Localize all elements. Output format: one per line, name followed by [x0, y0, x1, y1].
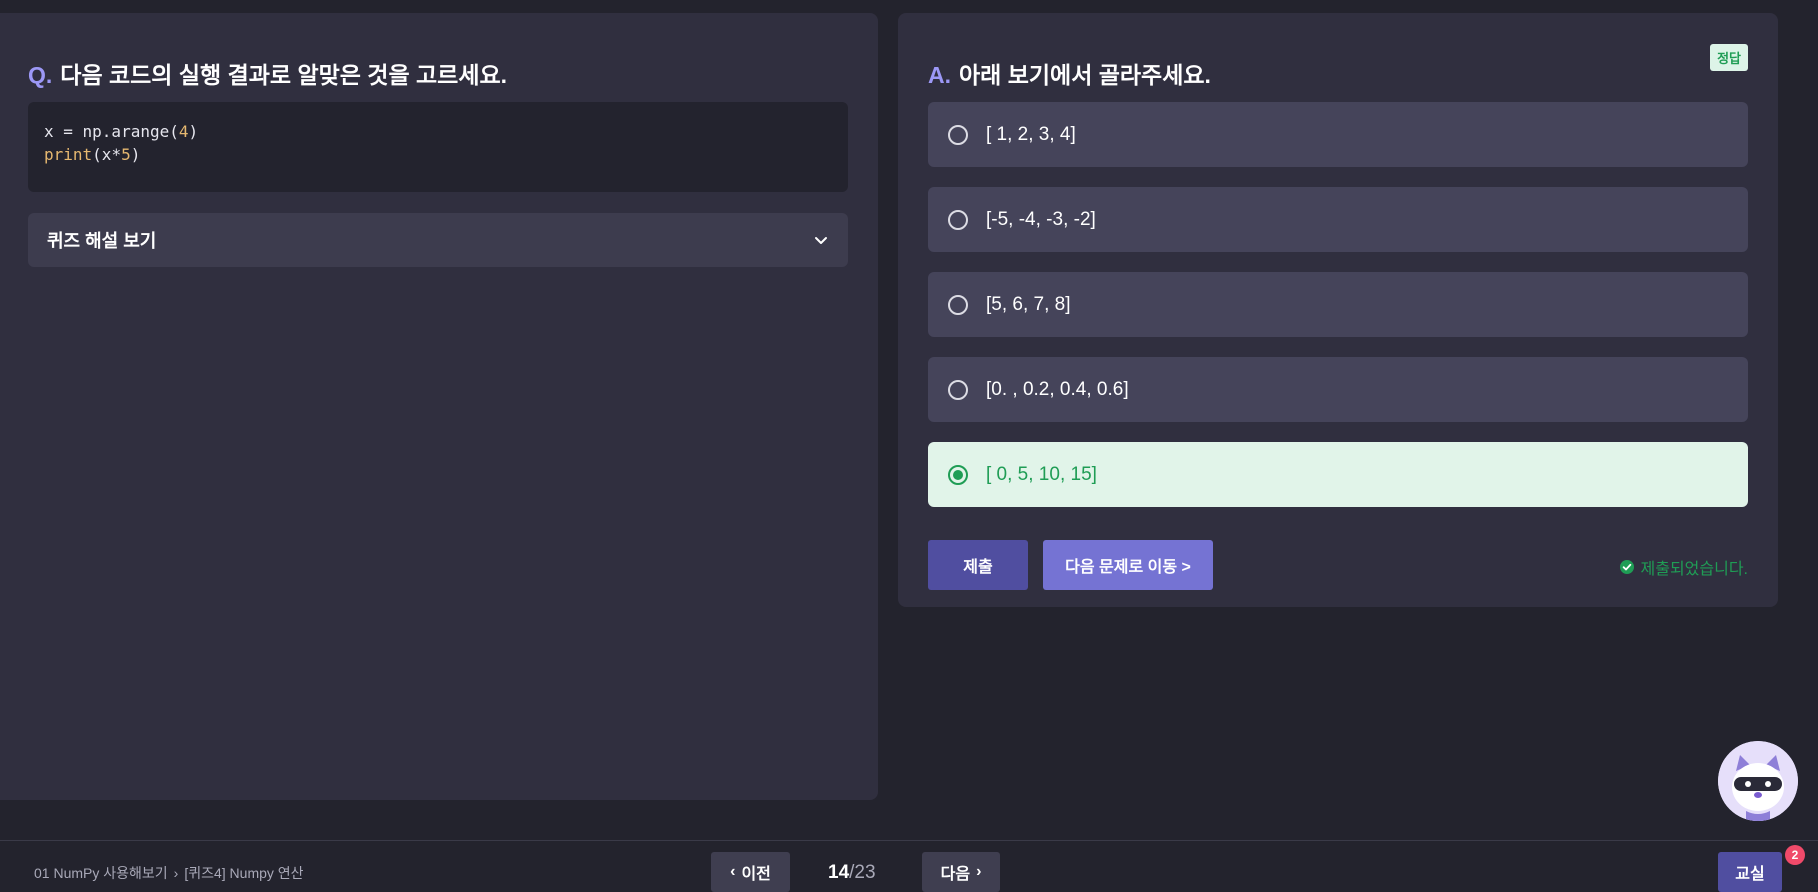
chevron-down-icon: [813, 232, 829, 248]
submitted-text: 제출되었습니다.: [1640, 561, 1749, 578]
radio-button[interactable]: [948, 124, 968, 145]
code-token: x = np.arange(: [44, 122, 179, 141]
code-block: x = np.arange(4) print(x*5): [28, 102, 848, 192]
breadcrumb: 01 NumPy 사용해보기 › [퀴즈4] Numpy 연산: [34, 863, 304, 883]
answer-option-1[interactable]: [ 1, 2, 3, 4]: [928, 102, 1748, 167]
code-line-2: print(x*5): [44, 143, 832, 166]
option-label: [ 1, 2, 3, 4]: [986, 123, 1076, 145]
answer-option-2[interactable]: [-5, -4, -3, -2]: [928, 187, 1748, 252]
radio-button[interactable]: [948, 464, 968, 485]
code-token: ): [188, 122, 199, 141]
classroom-button[interactable]: 교실: [1718, 852, 1782, 892]
previous-button[interactable]: ‹ 이전: [711, 852, 790, 892]
page-total: 23: [854, 862, 876, 883]
answer-option-3[interactable]: [5, 6, 7, 8]: [928, 272, 1748, 337]
previous-label: 이전: [741, 866, 771, 883]
answer-actions: 제출 다음 문제로 이동 > 제출되었습니다.: [928, 540, 1748, 590]
page-current: 14: [828, 862, 850, 883]
chevron-right-icon: ›: [173, 865, 179, 881]
mascot-icon: [1718, 741, 1798, 821]
quiz-explanation-label: 퀴즈 해설 보기: [47, 231, 157, 251]
radio-button[interactable]: [948, 294, 968, 315]
answer-option-4[interactable]: [0. , 0.2, 0.4, 0.6]: [928, 357, 1748, 422]
option-label: [0. , 0.2, 0.4, 0.6]: [986, 378, 1129, 400]
code-number: 4: [178, 122, 189, 141]
next-label: 다음: [940, 866, 971, 883]
check-circle-icon: [1619, 559, 1635, 575]
code-token: ): [130, 145, 141, 164]
answer-option-5[interactable]: [ 0, 5, 10, 15]: [928, 442, 1748, 507]
answer-options: [ 1, 2, 3, 4] [-5, -4, -3, -2] [5, 6, 7,…: [928, 102, 1748, 527]
chatbot-mascot-button[interactable]: [1718, 741, 1798, 821]
code-function: print: [44, 145, 93, 164]
question-text: 다음 코드의 실행 결과로 알맞은 것을 고르세요.: [60, 62, 508, 88]
notification-badge: 2: [1785, 845, 1805, 865]
code-number: 5: [121, 145, 131, 164]
chevron-left-icon: ‹: [730, 863, 736, 880]
question-panel: Q. 다음 코드의 실행 결과로 알맞은 것을 고르세요. x = np.aran…: [0, 13, 878, 800]
answer-text: 아래 보기에서 골라주세요.: [959, 62, 1211, 88]
submitted-status: 제출되었습니다.: [1619, 555, 1749, 579]
option-label: [-5, -4, -3, -2]: [986, 208, 1096, 230]
answer-title: A. 아래 보기에서 골라주세요.: [928, 56, 1211, 90]
quiz-explanation-toggle[interactable]: 퀴즈 해설 보기: [28, 213, 848, 267]
question-title: Q. 다음 코드의 실행 결과로 알맞은 것을 고르세요.: [28, 56, 507, 90]
option-label: [ 0, 5, 10, 15]: [986, 463, 1097, 485]
breadcrumb-item-course[interactable]: 01 NumPy 사용해보기: [34, 863, 168, 883]
page-indicator: 14/23: [828, 862, 876, 884]
radio-button[interactable]: [948, 379, 968, 400]
quiz-page: Q. 다음 코드의 실행 결과로 알맞은 것을 고르세요. x = np.aran…: [0, 0, 1818, 892]
radio-button[interactable]: [948, 209, 968, 230]
code-token: (x*: [92, 145, 122, 164]
submit-button[interactable]: 제출: [928, 540, 1028, 590]
next-question-button[interactable]: 다음 문제로 이동 >: [1043, 540, 1213, 590]
answer-panel: A. 아래 보기에서 골라주세요. 정답 [ 1, 2, 3, 4] [-5, -…: [898, 13, 1778, 607]
correct-answer-badge: 정답: [1710, 44, 1748, 71]
question-prefix: Q.: [28, 62, 53, 88]
radio-dot: [953, 469, 963, 480]
answer-prefix: A.: [928, 62, 951, 88]
code-line-1: x = np.arange(4): [44, 120, 832, 143]
chevron-right-icon: ›: [976, 863, 982, 880]
option-label: [5, 6, 7, 8]: [986, 293, 1071, 315]
bottom-navigation-bar: 01 NumPy 사용해보기 › [퀴즈4] Numpy 연산 ‹ 이전 14/…: [0, 840, 1818, 892]
next-button[interactable]: 다음 ›: [922, 852, 1000, 892]
breadcrumb-item-quiz[interactable]: [퀴즈4] Numpy 연산: [184, 863, 303, 883]
